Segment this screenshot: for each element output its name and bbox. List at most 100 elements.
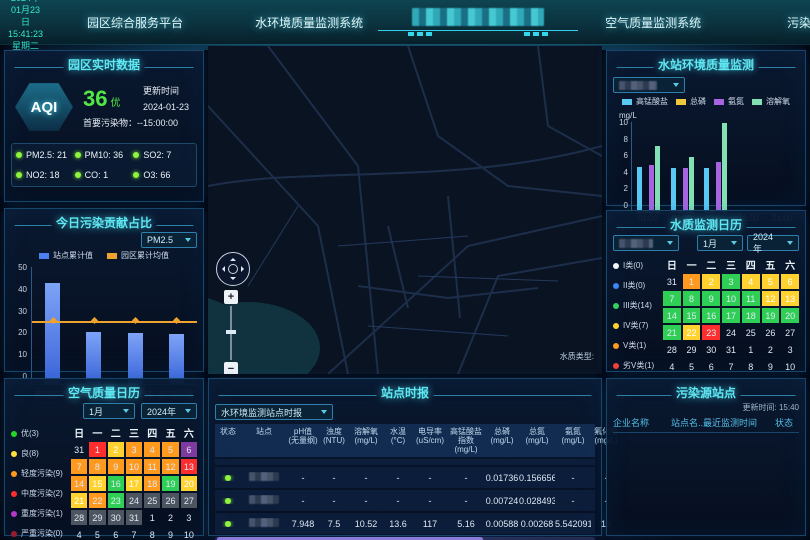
zoom-in-button[interactable]: + <box>224 290 238 304</box>
calendar-day[interactable]: 17 <box>126 476 142 491</box>
calendar-day[interactable]: 28 <box>71 510 87 525</box>
nav-item[interactable]: 园区综合服务平台 <box>87 14 183 31</box>
calendar-day[interactable]: 6 <box>181 442 197 457</box>
zoom-thumb[interactable] <box>226 330 236 334</box>
calendar-day[interactable]: 20 <box>181 476 197 491</box>
calendar-day[interactable]: 8 <box>144 527 160 540</box>
calendar-day[interactable]: 3 <box>181 510 197 525</box>
calendar-day[interactable]: 21 <box>663 325 681 340</box>
calendar-day[interactable]: 10 <box>126 459 142 474</box>
calendar-day[interactable]: 16 <box>702 308 720 323</box>
calendar-day[interactable]: 28 <box>663 342 681 357</box>
calendar-day[interactable]: 18 <box>144 476 160 491</box>
calendar-day[interactable]: 5 <box>762 274 780 289</box>
calendar-day[interactable]: 19 <box>762 308 780 323</box>
calendar-day[interactable]: 4 <box>742 274 760 289</box>
calendar-day[interactable]: 30 <box>108 510 124 525</box>
calendar-day[interactable]: 6 <box>781 274 799 289</box>
year-select[interactable]: 2024年 <box>747 235 799 251</box>
calendar-day[interactable]: 3 <box>722 274 740 289</box>
calendar-day[interactable]: 2 <box>162 510 178 525</box>
calendar-day[interactable]: 11 <box>144 459 160 474</box>
calendar-day[interactable]: 31 <box>663 274 681 289</box>
calendar-day[interactable]: 31 <box>126 510 142 525</box>
calendar-day[interactable]: 10 <box>722 291 740 306</box>
calendar-day[interactable]: 8 <box>742 359 760 374</box>
calendar-day[interactable]: 25 <box>144 493 160 508</box>
calendar-day[interactable]: 8 <box>683 291 701 306</box>
calendar-day[interactable]: 15 <box>683 308 701 323</box>
calendar-day[interactable]: 8 <box>89 459 105 474</box>
calendar-day[interactable]: 22 <box>89 493 105 508</box>
calendar-day[interactable]: 30 <box>702 342 720 357</box>
table-row[interactable]: 7.9487.510.5213.61175.160.005880.002685.… <box>215 513 595 534</box>
calendar-day[interactable]: 31 <box>722 342 740 357</box>
report-type-select[interactable]: 水环境监测站点时报 <box>215 404 333 420</box>
calendar-day[interactable]: 16 <box>108 476 124 491</box>
calendar-day[interactable]: 14 <box>663 308 681 323</box>
calendar-day[interactable]: 24 <box>126 493 142 508</box>
pollutant-select[interactable]: PM2.5 <box>141 232 197 248</box>
month-select[interactable]: 1月 <box>697 235 743 251</box>
calendar-day[interactable]: 2 <box>108 442 124 457</box>
nav-item[interactable]: 水环境质量监测系统 <box>255 14 363 31</box>
table-row[interactable]: ------0.017360.156656-- <box>215 467 595 488</box>
calendar-day[interactable]: 7 <box>663 291 681 306</box>
calendar-day[interactable]: 22 <box>683 325 701 340</box>
calendar-day[interactable]: 1 <box>89 442 105 457</box>
calendar-day[interactable]: 9 <box>108 459 124 474</box>
calendar-day[interactable]: 3 <box>781 342 799 357</box>
zoom-out-button[interactable]: − <box>224 362 238 374</box>
calendar-day[interactable]: 1 <box>144 510 160 525</box>
calendar-day[interactable]: 29 <box>683 342 701 357</box>
calendar-day[interactable]: 5 <box>89 527 105 540</box>
calendar-day[interactable]: 12 <box>162 459 178 474</box>
calendar-day[interactable]: 13 <box>181 459 197 474</box>
year-select[interactable]: 2024年 <box>141 403 197 419</box>
calendar-day[interactable]: 31 <box>71 442 87 457</box>
calendar-day[interactable]: 19 <box>162 476 178 491</box>
calendar-day[interactable]: 6 <box>702 359 720 374</box>
nav-item[interactable]: 空气质量监测系统 <box>605 14 701 31</box>
calendar-day[interactable]: 6 <box>108 527 124 540</box>
calendar-day[interactable]: 24 <box>722 325 740 340</box>
calendar-day[interactable]: 27 <box>781 325 799 340</box>
calendar-day[interactable]: 14 <box>71 476 87 491</box>
calendar-day[interactable]: 5 <box>162 442 178 457</box>
table-row-partial[interactable] <box>215 459 595 465</box>
calendar-day[interactable]: 27 <box>181 493 197 508</box>
nav-item[interactable]: 污染源自动监测系统 <box>787 14 810 31</box>
calendar-day[interactable]: 20 <box>781 308 799 323</box>
calendar-day[interactable]: 18 <box>742 308 760 323</box>
calendar-day[interactable]: 26 <box>762 325 780 340</box>
calendar-day[interactable]: 9 <box>762 359 780 374</box>
calendar-day[interactable]: 23 <box>702 325 720 340</box>
map-compass[interactable] <box>216 252 250 286</box>
calendar-day[interactable]: 26 <box>162 493 178 508</box>
calendar-day[interactable]: 1 <box>742 342 760 357</box>
calendar-day[interactable]: 4 <box>663 359 681 374</box>
calendar-day[interactable]: 4 <box>144 442 160 457</box>
calendar-day[interactable]: 3 <box>126 442 142 457</box>
calendar-day[interactable]: 7 <box>722 359 740 374</box>
station-select[interactable] <box>613 235 679 251</box>
map[interactable]: 水质类型: + − <box>208 46 602 374</box>
calendar-day[interactable]: 12 <box>762 291 780 306</box>
calendar-day[interactable]: 9 <box>162 527 178 540</box>
calendar-day[interactable]: 23 <box>108 493 124 508</box>
calendar-day[interactable]: 25 <box>742 325 760 340</box>
calendar-day[interactable]: 11 <box>742 291 760 306</box>
calendar-day[interactable]: 7 <box>71 459 87 474</box>
calendar-day[interactable]: 29 <box>89 510 105 525</box>
station-select[interactable] <box>613 77 685 93</box>
calendar-day[interactable]: 2 <box>762 342 780 357</box>
table-row[interactable]: ------0.007240.028493-- <box>215 490 595 511</box>
calendar-day[interactable]: 15 <box>89 476 105 491</box>
calendar-day[interactable]: 9 <box>702 291 720 306</box>
calendar-day[interactable]: 7 <box>126 527 142 540</box>
calendar-day[interactable]: 4 <box>71 527 87 540</box>
calendar-day[interactable]: 10 <box>781 359 799 374</box>
calendar-day[interactable]: 13 <box>781 291 799 306</box>
month-select[interactable]: 1月 <box>83 403 135 419</box>
calendar-day[interactable]: 17 <box>722 308 740 323</box>
